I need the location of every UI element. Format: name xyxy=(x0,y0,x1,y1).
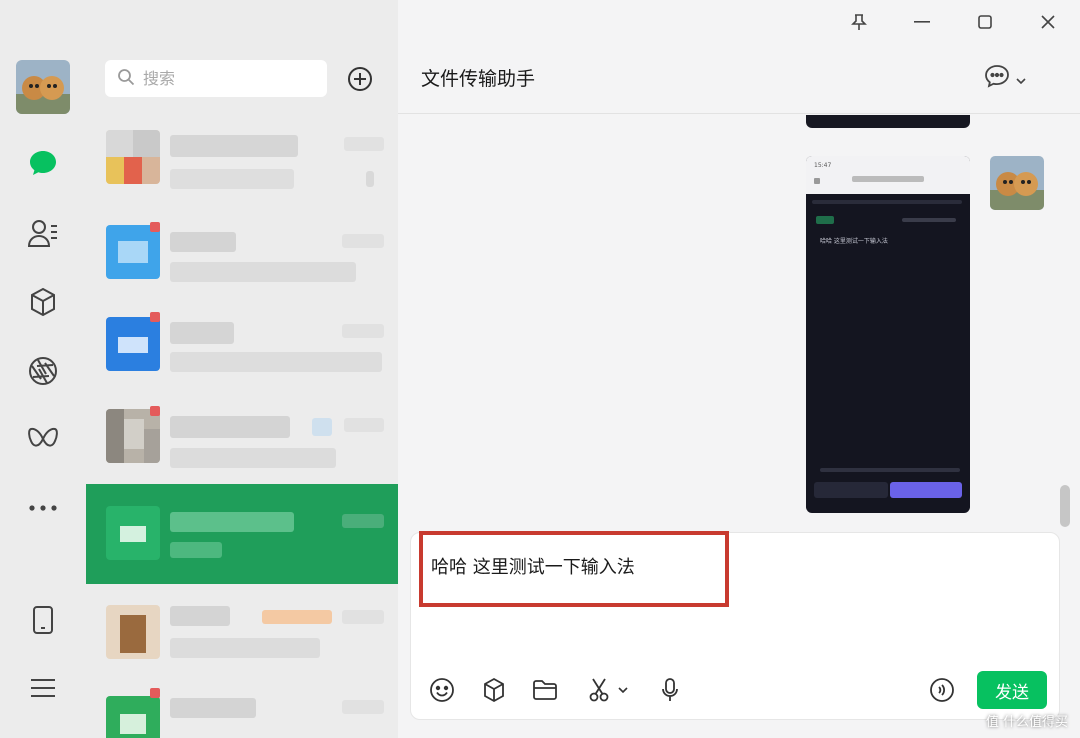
list-item[interactable] xyxy=(86,588,398,676)
contacts-icon[interactable] xyxy=(25,215,61,251)
emoji-icon[interactable] xyxy=(427,675,457,705)
unread-badge xyxy=(150,312,160,322)
add-icon[interactable] xyxy=(345,64,375,94)
search-box[interactable] xyxy=(105,60,327,97)
close-icon[interactable] xyxy=(1031,6,1065,38)
avatar xyxy=(106,130,160,184)
unread-badge xyxy=(150,406,160,416)
avatar xyxy=(106,409,160,463)
voice-call-icon[interactable] xyxy=(927,675,957,705)
unread-badge xyxy=(150,222,160,232)
embedded-message: 哈哈 这里测试一下输入法 xyxy=(820,238,888,245)
chat-bubble-icon[interactable] xyxy=(25,145,61,181)
watermark: 值 什么值得买 xyxy=(986,711,1068,730)
list-item[interactable] xyxy=(86,300,398,388)
avatar[interactable] xyxy=(16,60,70,114)
screenshot-icon[interactable] xyxy=(583,675,633,705)
maximize-icon[interactable] xyxy=(968,6,1002,38)
message-input[interactable]: 哈哈 这里测试一下输入法 xyxy=(431,553,635,579)
avatar[interactable] xyxy=(990,156,1044,210)
avatar xyxy=(106,605,160,659)
send-button[interactable]: 发送 xyxy=(977,671,1047,709)
watermark-text: 值 什么值得买 xyxy=(985,715,1068,730)
avatar xyxy=(106,696,160,738)
chat-bubble-outline-icon xyxy=(984,64,1010,92)
chat-info-button[interactable] xyxy=(984,62,1036,94)
avatar xyxy=(106,506,160,560)
butterfly-icon[interactable] xyxy=(25,421,61,457)
phone-icon[interactable] xyxy=(25,602,61,638)
cube-icon[interactable] xyxy=(25,284,61,320)
message-list: 15:47 哈哈 这里测试一下输入法 xyxy=(398,115,1080,530)
chevron-down-icon xyxy=(618,687,628,693)
ellipsis-icon[interactable] xyxy=(25,490,61,526)
chevron-down-icon xyxy=(1016,69,1026,88)
list-item[interactable] xyxy=(86,208,398,296)
list-item[interactable] xyxy=(86,676,398,738)
list-item[interactable] xyxy=(86,113,398,201)
embedded-time: 15:47 xyxy=(814,162,832,169)
minimize-icon[interactable] xyxy=(905,6,939,38)
microphone-icon[interactable] xyxy=(655,675,685,705)
menu-icon[interactable] xyxy=(25,670,61,706)
nav-sidebar xyxy=(0,0,86,738)
window-titlebar xyxy=(398,0,1080,44)
list-item-active[interactable] xyxy=(86,484,398,584)
avatar xyxy=(106,317,160,371)
chat-list xyxy=(86,0,398,738)
folder-icon[interactable] xyxy=(530,675,560,705)
search-input[interactable] xyxy=(143,69,313,88)
embedded-header: 15:47 xyxy=(806,156,970,194)
aperture-icon[interactable] xyxy=(25,353,61,389)
scrollbar[interactable] xyxy=(1060,485,1070,527)
chat-header: 文件传输助手 xyxy=(398,44,1080,114)
pin-icon[interactable] xyxy=(842,6,876,38)
search-icon xyxy=(117,68,135,90)
message-composer[interactable]: 哈哈 这里测试一下输入法 发送 xyxy=(410,531,1060,720)
cube-icon[interactable] xyxy=(479,675,509,705)
image-message[interactable] xyxy=(806,115,970,128)
list-item[interactable] xyxy=(86,392,398,480)
chat-pane: 文件传输助手 15:47 哈哈 这里测试一下输入法 哈哈 这里测试一下输入法 发… xyxy=(398,0,1080,738)
image-message[interactable]: 15:47 哈哈 这里测试一下输入法 xyxy=(806,156,970,513)
avatar xyxy=(106,225,160,279)
chat-title: 文件传输助手 xyxy=(421,68,536,90)
unread-badge xyxy=(150,688,160,698)
